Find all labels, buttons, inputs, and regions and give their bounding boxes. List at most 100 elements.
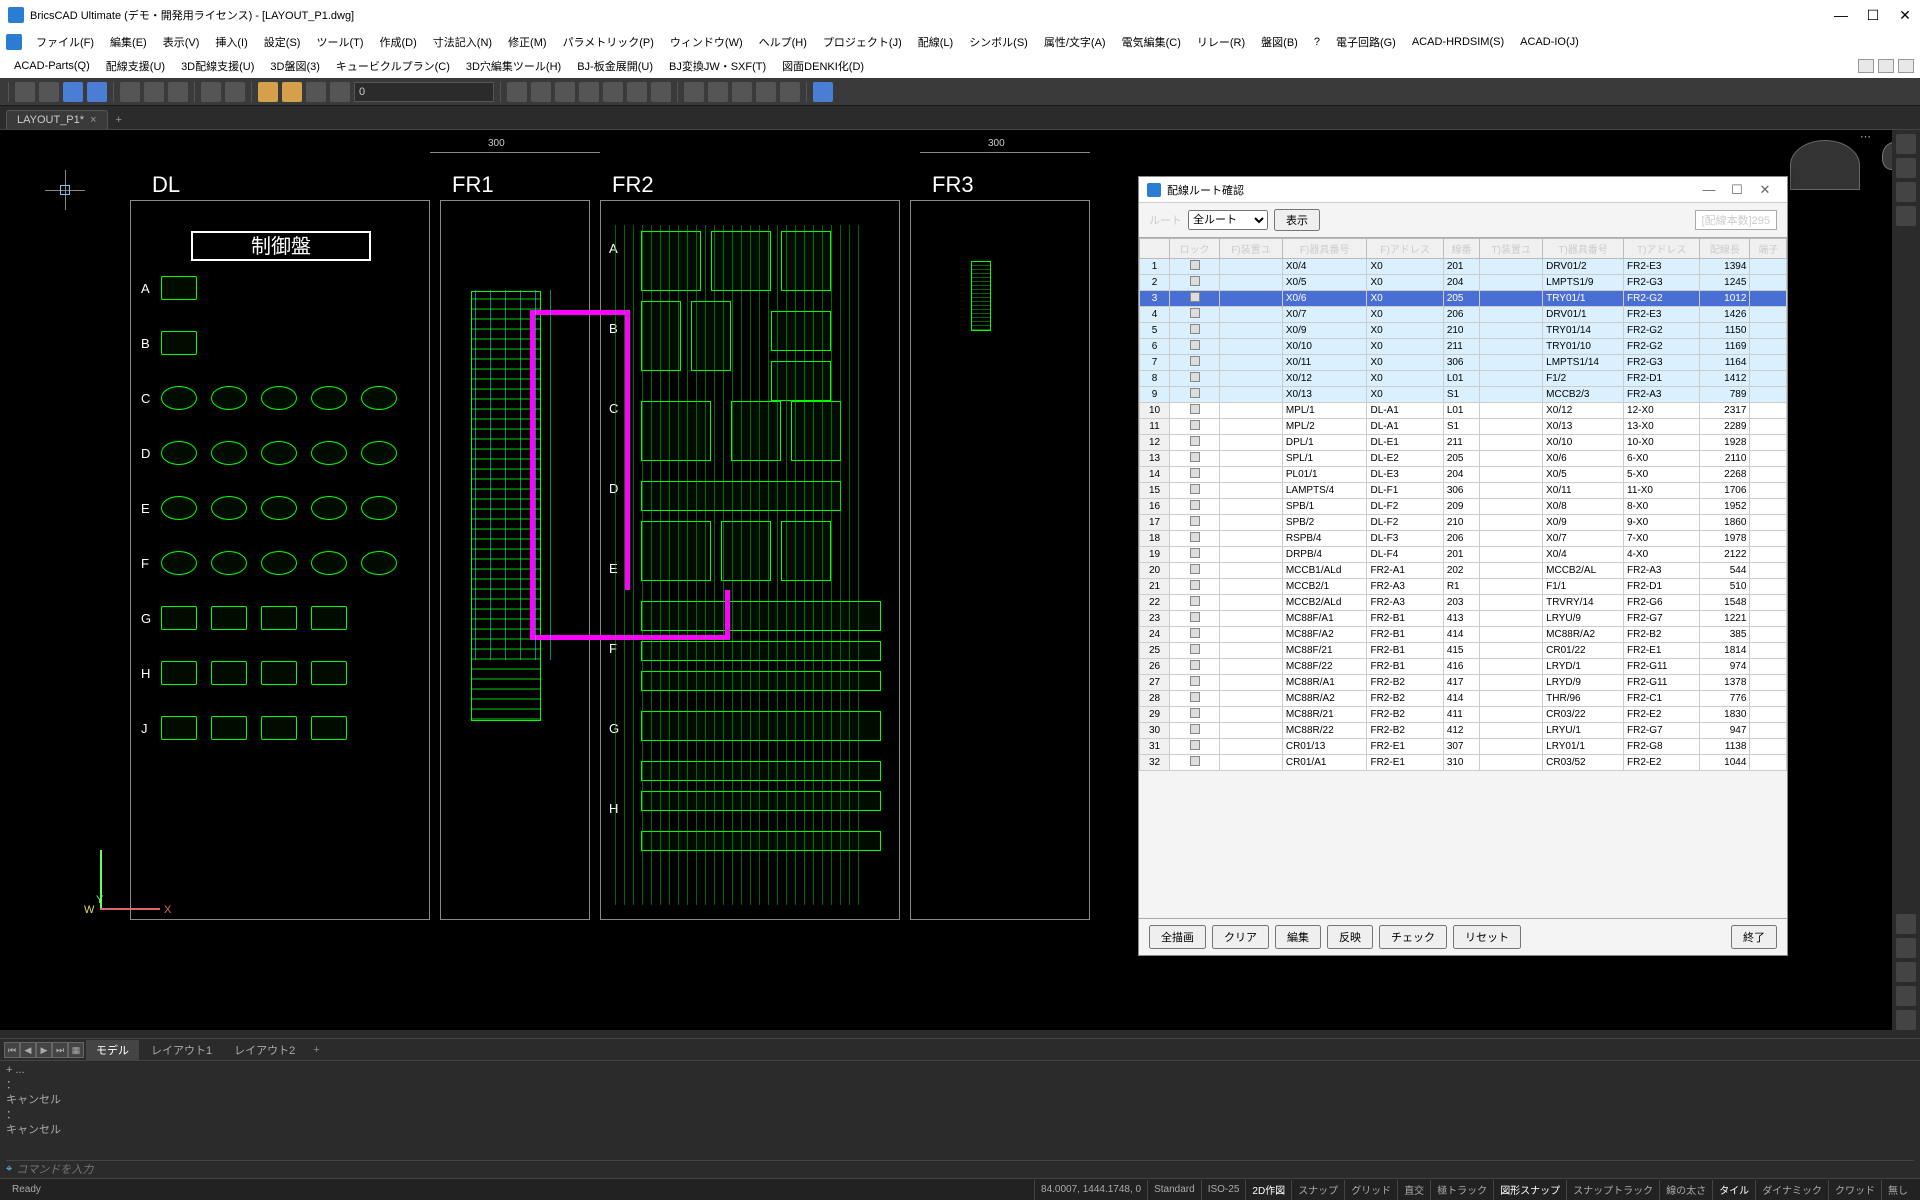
menu-bj-sheet[interactable]: BJ-板金展開(U) [569, 56, 661, 76]
clear-button[interactable]: クリア [1212, 925, 1269, 949]
grid-row[interactable]: 13SPL/1DL-E2205X0/66-X02110 [1140, 451, 1787, 467]
lock-icon[interactable] [1190, 532, 1200, 542]
menu-denki[interactable]: 図面DENKI化(D) [774, 56, 872, 76]
close-dialog-button[interactable]: 終了 [1731, 925, 1777, 949]
menu-help[interactable]: ヘルプ(H) [751, 32, 815, 52]
apply-button[interactable]: 反映 [1327, 925, 1373, 949]
print-preview-button[interactable] [120, 82, 140, 102]
lock-icon[interactable] [1190, 708, 1200, 718]
grid-row[interactable]: 29MC88R/21FR2-B2411CR03/22FR2-E21830 [1140, 707, 1787, 723]
grid-row[interactable]: 24MC88F/A2FR2-B1414MC88R/A2FR2-B2385 [1140, 627, 1787, 643]
grid-row[interactable]: 6X0/10X0211TRY01/10FR2-G21169 [1140, 339, 1787, 355]
grid-header[interactable]: T)アドレス [1624, 239, 1700, 259]
grid-row[interactable]: 21MCCB2/1FR2-A3R1F1/1FR2-D1510 [1140, 579, 1787, 595]
tool-6[interactable] [627, 82, 647, 102]
document-tab[interactable]: LAYOUT_P1* × [6, 110, 108, 129]
menu-wire-assist[interactable]: 配線支援(U) [98, 56, 173, 76]
menu-symbol[interactable]: シンボル(S) [961, 32, 1036, 52]
lock-icon[interactable] [1190, 660, 1200, 670]
grid-row[interactable]: 31CR01/13FR2-E1307LRY01/1FR2-G81138 [1140, 739, 1787, 755]
mdi-minimize-button[interactable] [1858, 59, 1874, 73]
menu-3d-wire[interactable]: 3D配線支援(U) [173, 56, 262, 76]
mdi-restore-button[interactable] [1878, 59, 1894, 73]
undo-button[interactable] [201, 82, 221, 102]
lock-icon[interactable] [1190, 692, 1200, 702]
grid-row[interactable]: 10MPL/1DL-A1L01X0/1212-X02317 [1140, 403, 1787, 419]
tool-1[interactable] [507, 82, 527, 102]
grid-row[interactable]: 14PL01/1DL-E3204X0/55-X02268 [1140, 467, 1787, 483]
lock-icon[interactable] [1190, 404, 1200, 414]
status-polar[interactable]: 極トラック [1430, 1180, 1493, 1200]
lock-icon[interactable] [1190, 516, 1200, 526]
lock-icon[interactable] [1190, 724, 1200, 734]
tool-2[interactable] [531, 82, 551, 102]
grid-row[interactable]: 23MC88F/A1FR2-B1413LRYU/9FR2-G71221 [1140, 611, 1787, 627]
lock-icon[interactable] [1190, 500, 1200, 510]
save-button[interactable] [63, 82, 83, 102]
grid-header[interactable]: F)器具番号 [1282, 239, 1367, 259]
new-button[interactable] [15, 82, 35, 102]
layout-tab-add[interactable]: + [307, 1042, 325, 1058]
menu-insert[interactable]: 挿入(I) [207, 32, 255, 52]
lock-icon[interactable] [1190, 420, 1200, 430]
status-tile[interactable]: タイル [1712, 1180, 1755, 1200]
lock-icon[interactable] [1190, 308, 1200, 318]
lock-icon[interactable] [1190, 340, 1200, 350]
menu-elec-edit[interactable]: 電気編集(C) [1114, 32, 1189, 52]
menu-parametric[interactable]: パラメトリック(P) [555, 32, 662, 52]
menu-3d-panel[interactable]: 3D盤図(3) [262, 56, 328, 76]
lock-icon[interactable] [1190, 580, 1200, 590]
tool-11[interactable] [756, 82, 776, 102]
status-quad[interactable]: クワッド [1828, 1180, 1881, 1200]
menu-wiring[interactable]: 配線(L) [910, 32, 961, 52]
lock-icon[interactable] [1190, 372, 1200, 382]
ltab-last[interactable]: ⏭ [52, 1042, 68, 1058]
tool-5[interactable] [603, 82, 623, 102]
menu-attrib[interactable]: 属性/文字(A) [1036, 32, 1114, 52]
check-button[interactable]: チェック [1379, 925, 1447, 949]
lock-icon[interactable] [1190, 596, 1200, 606]
grid-row[interactable]: 26MC88F/22FR2-B1416LRYD/1FR2-G11974 [1140, 659, 1787, 675]
menu-modify[interactable]: 修正(M) [500, 32, 555, 52]
layer-toggle-4[interactable] [330, 82, 350, 102]
grid-header[interactable]: ロック [1170, 239, 1220, 259]
status-2d[interactable]: 2D作図 [1245, 1180, 1291, 1200]
status-snaptrack[interactable]: スナップトラック [1566, 1180, 1659, 1200]
dialog-maximize-button[interactable]: ☐ [1723, 182, 1751, 198]
nav-cube[interactable] [1790, 140, 1860, 190]
menu-dimension[interactable]: 寸法記入(N) [425, 32, 500, 52]
grid-row[interactable]: 22MCCB2/ALdFR2-A3203TRVRY/14FR2-G61548 [1140, 595, 1787, 611]
menu-hrdsim[interactable]: ACAD-HRDSIM(S) [1404, 34, 1512, 50]
lock-icon[interactable] [1190, 356, 1200, 366]
grid-row[interactable]: 19DRPB/4DL-F4201X0/44-X02122 [1140, 547, 1787, 563]
grid-header[interactable]: 配線長 [1700, 239, 1750, 259]
grid-row[interactable]: 28MC88R/A2FR2-B2414THR/96FR2-C1776 [1140, 691, 1787, 707]
close-button[interactable]: ✕ [1898, 7, 1912, 24]
layout-tab-2[interactable]: レイアウト2 [224, 1040, 305, 1060]
rtool-3[interactable] [1896, 182, 1916, 202]
panel-drag-dots[interactable]: ⋯ [1860, 130, 1873, 143]
menu-acad-parts[interactable]: ACAD-Parts(Q) [6, 58, 98, 74]
grid-row[interactable]: 3X0/6X0205TRY01/1FR2-G21012 [1140, 291, 1787, 307]
grid-row[interactable]: 5X0/9X0210TRY01/14FR2-G21150 [1140, 323, 1787, 339]
status-osnap[interactable]: 図形スナップ [1493, 1180, 1566, 1200]
app-menu-icon[interactable] [6, 34, 22, 50]
lock-icon[interactable] [1190, 756, 1200, 766]
menu-view[interactable]: 表示(V) [155, 32, 208, 52]
menu-help2[interactable]: ? [1306, 34, 1328, 50]
grid-header[interactable] [1140, 239, 1170, 259]
rtool-8[interactable] [1896, 986, 1916, 1006]
ltab-first[interactable]: ⏮ [4, 1042, 20, 1058]
maximize-button[interactable]: ☐ [1866, 7, 1880, 24]
lock-icon[interactable] [1190, 644, 1200, 654]
menu-io[interactable]: ACAD-IO(J) [1512, 34, 1587, 50]
menu-file[interactable]: ファイル(F) [28, 32, 102, 52]
grid-row[interactable]: 17SPB/2DL-F2210X0/99-X01860 [1140, 515, 1787, 531]
rtool-1[interactable] [1896, 134, 1916, 154]
grid-row[interactable]: 1X0/4X0201DRV01/2FR2-E31394 [1140, 259, 1787, 275]
lock-icon[interactable] [1190, 612, 1200, 622]
status-grid[interactable]: グリッド [1344, 1180, 1397, 1200]
rtool-2[interactable] [1896, 158, 1916, 178]
edit-button[interactable]: 編集 [1275, 925, 1321, 949]
grid-row[interactable]: 30MC88R/22FR2-B2412LRYU/1FR2-G7947 [1140, 723, 1787, 739]
